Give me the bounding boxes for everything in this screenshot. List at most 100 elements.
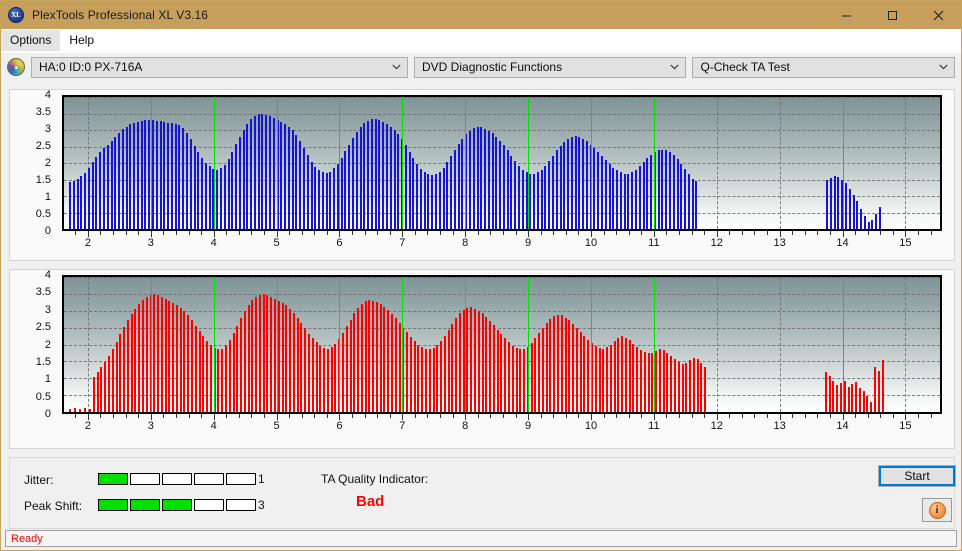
menu-item-options[interactable]: Options — [1, 30, 61, 51]
chart-bar — [121, 129, 124, 229]
chart-bar — [216, 169, 219, 229]
x-axis-tick-label: 4 — [210, 420, 217, 432]
chart-bar — [487, 130, 490, 229]
chart-bar — [291, 130, 294, 229]
chevron-down-icon — [935, 64, 952, 70]
chart-bar — [413, 341, 416, 412]
chart-bar — [179, 308, 182, 412]
drive-select[interactable]: HA:0 ID:0 PX-716A — [31, 56, 409, 78]
x-axis-tick-label: 3 — [147, 420, 154, 432]
chart-bar — [704, 366, 707, 412]
chart-bar — [687, 174, 690, 229]
chart-bar — [568, 320, 571, 412]
chart-bar — [250, 119, 253, 229]
chevron-down-icon — [666, 64, 683, 70]
jitter-chart-panel: 0 0.5 1 1.5 2 2.5 3 3.5 4 2 3 4 5 6 7 8 9 10 11 12 13 14 15 — [9, 89, 955, 261]
marker-line — [402, 97, 404, 229]
grid-line-horizontal — [64, 310, 940, 312]
chart-bar — [666, 352, 669, 412]
chart-bar — [676, 159, 679, 229]
chart-bar — [623, 173, 626, 229]
function-select[interactable]: DVD Diagnostic Functions — [414, 56, 687, 78]
x-axis-tick — [578, 414, 580, 418]
jitter-value: 1 — [258, 472, 265, 486]
chart-bar — [334, 343, 337, 412]
window-controls — [823, 1, 961, 29]
chart-bar — [246, 124, 249, 229]
ta-quality-label: TA Quality Indicator: — [321, 472, 429, 486]
x-axis-tick — [188, 414, 190, 418]
x-axis-tick — [616, 231, 618, 235]
chart-bar — [84, 172, 87, 229]
close-icon[interactable] — [915, 1, 961, 29]
chart-bar — [510, 155, 513, 229]
x-axis-tick-label: 6 — [336, 420, 343, 432]
chart-bar — [593, 148, 596, 229]
x-axis-tick-label: 11 — [648, 420, 660, 432]
chart-bar — [115, 341, 118, 412]
chart-bar — [545, 322, 548, 412]
x-axis-tick — [452, 414, 454, 418]
menu-item-help[interactable]: Help — [60, 30, 103, 51]
chart-bar — [628, 340, 631, 412]
chart-bar — [670, 355, 673, 412]
chart-bar — [559, 145, 562, 229]
chart-bar — [289, 308, 292, 412]
chart-bar — [269, 116, 271, 229]
marker-line — [528, 97, 530, 229]
chart-bar — [446, 162, 449, 229]
marker-line — [653, 277, 655, 412]
x-axis-tick — [477, 414, 479, 418]
marker-line — [653, 97, 655, 229]
info-button[interactable]: i — [922, 498, 952, 522]
x-axis-tick — [251, 414, 253, 418]
chart-bar — [564, 317, 567, 412]
chart-bar — [450, 156, 453, 229]
chart-bar — [232, 333, 235, 412]
x-axis-tick-label: 15 — [899, 237, 912, 249]
marker-line — [590, 97, 592, 229]
test-select[interactable]: Q-Check TA Test — [692, 56, 955, 78]
maximize-icon[interactable] — [869, 1, 915, 29]
chart-bar — [453, 149, 456, 229]
chart-bar — [578, 136, 581, 229]
chart-bar — [855, 382, 858, 412]
chart-bar — [553, 316, 556, 412]
x-axis-tick — [389, 414, 391, 418]
grid-line-vertical — [905, 277, 907, 412]
chart-bar — [168, 301, 171, 412]
chart-bar — [608, 164, 611, 229]
chart-bar — [340, 157, 343, 229]
chart-bar — [640, 349, 643, 412]
chart-bar — [96, 372, 99, 412]
minimize-icon[interactable] — [823, 1, 869, 29]
chart-bar — [521, 169, 524, 229]
chart-bar — [833, 176, 836, 229]
x-axis-tick — [314, 231, 316, 235]
chart-bar — [504, 338, 507, 412]
x-axis-tick — [163, 231, 165, 235]
x-axis-tick — [452, 231, 454, 235]
x-axis-tick — [565, 414, 567, 418]
x-axis-tick — [603, 231, 605, 235]
y-axis-tick-label: 0.5 — [35, 208, 51, 220]
meter-segment — [162, 473, 192, 485]
chart-bar — [187, 315, 190, 412]
chart-bar — [397, 133, 400, 229]
x-axis-tick — [616, 414, 618, 418]
chart-bar — [382, 121, 385, 229]
chart-bar — [424, 348, 427, 412]
chart-bar — [579, 331, 582, 412]
marker-line — [213, 277, 215, 412]
chart-bar — [658, 348, 661, 412]
chart-bar — [134, 308, 137, 412]
plot-area — [62, 275, 942, 414]
asymmetry-chart: 0 0.5 1 1.5 2 2.5 3 3.5 4 2 3 4 5 6 7 8 9 10 11 12 13 14 15 — [10, 269, 954, 448]
chart-bar — [828, 376, 831, 412]
menu-bar: Options Help — [1, 29, 961, 53]
x-axis-tick — [440, 414, 442, 418]
meter-segment — [130, 499, 160, 511]
start-button[interactable]: Start — [878, 465, 956, 487]
chart-bar — [393, 130, 396, 229]
chart-bar — [306, 155, 309, 229]
